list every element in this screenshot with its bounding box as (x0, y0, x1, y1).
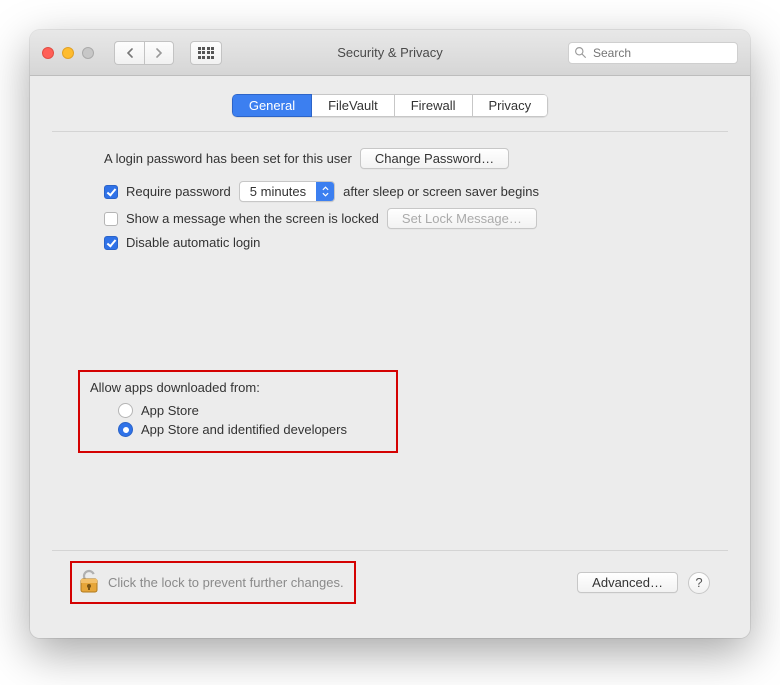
tab-filevault[interactable]: FileVault (312, 94, 395, 117)
help-button[interactable]: ? (688, 572, 710, 594)
require-password-delay-select[interactable]: 5 minutes (239, 181, 335, 202)
require-password-delay-value: 5 minutes (240, 182, 316, 201)
forward-button[interactable] (144, 41, 174, 65)
tab-privacy[interactable]: Privacy (473, 94, 549, 117)
disable-auto-login-checkbox[interactable] (104, 236, 118, 250)
tab-bar: General FileVault Firewall Privacy (52, 94, 728, 117)
advanced-button[interactable]: Advanced… (577, 572, 678, 593)
allow-identified-developers-radio[interactable] (118, 422, 133, 437)
footer: Click the lock to prevent further change… (52, 551, 728, 620)
grid-icon (198, 47, 215, 59)
close-button[interactable] (42, 47, 54, 59)
minimize-button[interactable] (62, 47, 74, 59)
titlebar: Security & Privacy (30, 30, 750, 76)
chevron-right-icon (155, 48, 163, 58)
tab-general[interactable]: General (232, 94, 312, 117)
set-lock-message-button[interactable]: Set Lock Message… (387, 208, 537, 229)
allow-identified-developers-label: App Store and identified developers (141, 422, 347, 437)
lock-highlight: Click the lock to prevent further change… (70, 561, 356, 604)
lock-icon[interactable] (76, 567, 102, 598)
search-field[interactable] (568, 42, 738, 64)
show-all-button[interactable] (190, 41, 222, 65)
allow-apps-highlight: Allow apps downloaded from: App Store Ap… (78, 370, 398, 453)
general-panel: A login password has been set for this u… (52, 131, 728, 551)
require-password-label: Require password (126, 184, 231, 199)
back-button[interactable] (114, 41, 144, 65)
require-password-checkbox[interactable] (104, 185, 118, 199)
window-controls (42, 47, 94, 59)
chevron-left-icon (126, 48, 134, 58)
tab-firewall[interactable]: Firewall (395, 94, 473, 117)
login-password-label: A login password has been set for this u… (104, 151, 352, 166)
disable-auto-login-label: Disable automatic login (126, 235, 260, 250)
allow-apps-title: Allow apps downloaded from: (90, 380, 386, 395)
allow-app-store-label: App Store (141, 403, 199, 418)
show-message-checkbox[interactable] (104, 212, 118, 226)
change-password-button[interactable]: Change Password… (360, 148, 509, 169)
require-password-suffix: after sleep or screen saver begins (343, 184, 539, 199)
search-icon (574, 46, 587, 59)
stepper-arrows-icon (316, 182, 334, 201)
lock-text: Click the lock to prevent further change… (108, 575, 344, 590)
preferences-window: Security & Privacy General FileVault Fir… (30, 30, 750, 638)
show-message-label: Show a message when the screen is locked (126, 211, 379, 226)
allow-app-store-radio[interactable] (118, 403, 133, 418)
search-input[interactable] (568, 42, 738, 64)
zoom-button[interactable] (82, 47, 94, 59)
